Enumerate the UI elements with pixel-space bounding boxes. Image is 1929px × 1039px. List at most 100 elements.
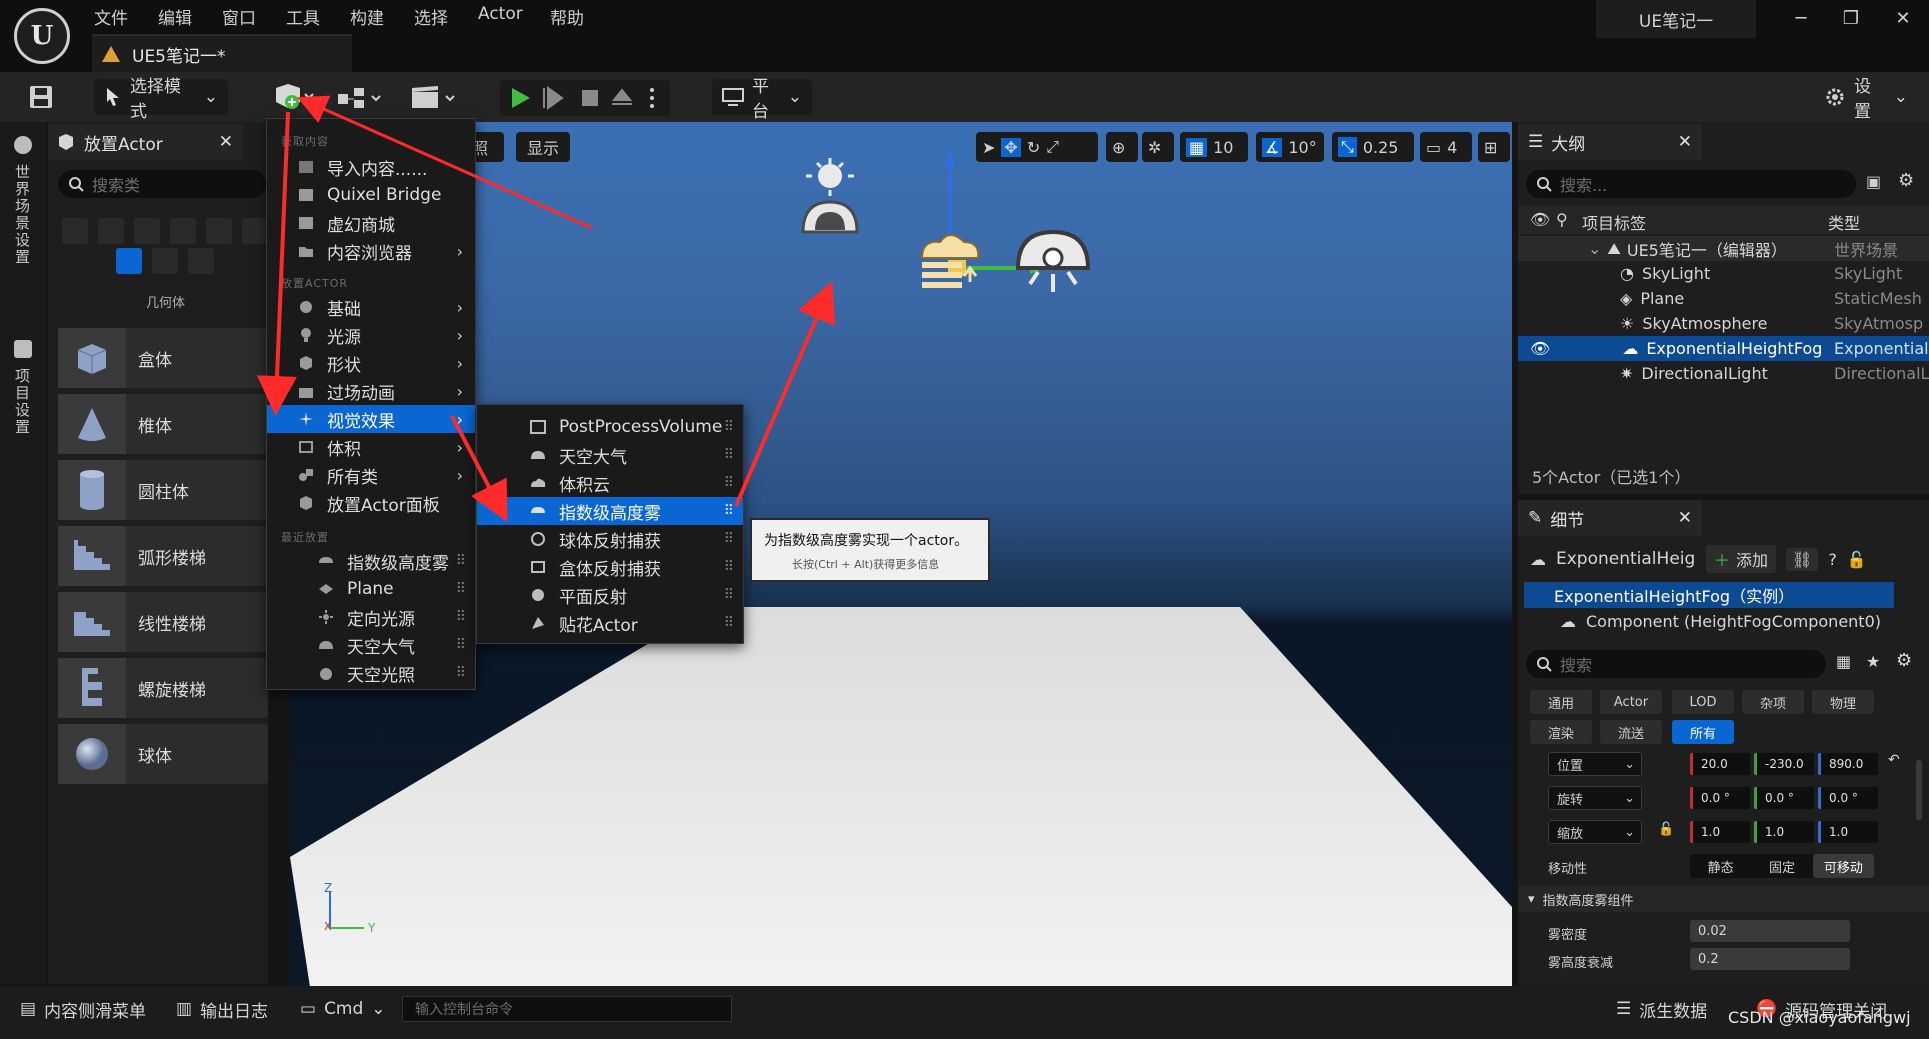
rotation-z[interactable]: 0.0 ° bbox=[1818, 787, 1878, 809]
derived-data-icon: ☰ bbox=[1616, 999, 1632, 1019]
scale-z[interactable]: 1.0 bbox=[1818, 821, 1878, 843]
derived-data-label: 派生数据 bbox=[1639, 1001, 1708, 1022]
outliner-search[interactable]: 搜索... bbox=[1526, 170, 1856, 198]
reset-icon[interactable]: ↶ bbox=[1888, 752, 1900, 768]
tree-row-skylight[interactable]: ◔ SkyLight SkyLight bbox=[1518, 261, 1929, 286]
tree-row-plane[interactable]: ◈ Plane StaticMesh bbox=[1518, 286, 1929, 311]
search-icon bbox=[1536, 656, 1552, 672]
tree-label: SkyAtmosphere bbox=[1642, 314, 1768, 333]
filter-general[interactable]: 通用 bbox=[1530, 690, 1592, 714]
pencil-icon: ✎ bbox=[1528, 508, 1543, 528]
tree-type: StaticMesh bbox=[1834, 289, 1922, 308]
table-view-icon[interactable]: ▦ bbox=[1836, 652, 1851, 671]
chevron-down-icon: ⌄ bbox=[371, 999, 386, 1019]
output-log-button[interactable]: ▥ 输出日志 bbox=[176, 992, 268, 1026]
unlock-icon[interactable]: 🔓 bbox=[1658, 822, 1674, 837]
filter-all[interactable]: 所有 bbox=[1672, 720, 1734, 744]
filter-actor[interactable]: Actor bbox=[1600, 690, 1662, 714]
blueprint-icon[interactable]: ⛓ bbox=[1786, 547, 1819, 571]
outliner-tab-label: 大纲 bbox=[1551, 134, 1586, 155]
location-z[interactable]: 890.0 bbox=[1818, 753, 1878, 775]
close-icon[interactable]: ✕ bbox=[1678, 132, 1692, 152]
content-drawer-icon: ▤ bbox=[20, 999, 37, 1019]
eye-icon[interactable]: 👁 bbox=[1530, 339, 1550, 358]
chevron-down-icon: ⌄ bbox=[1624, 756, 1635, 772]
details-tab[interactable]: ✎ 细节 ✕ bbox=[1518, 500, 1702, 536]
terminal-icon: ▭ bbox=[300, 999, 317, 1019]
outliner-header: 👁 ⚲ 项目标签 类型 bbox=[1518, 206, 1929, 234]
gear-icon[interactable]: ⚙ bbox=[1896, 650, 1912, 671]
filter-physics[interactable]: 物理 bbox=[1812, 690, 1874, 714]
tree-type: SkyLight bbox=[1834, 264, 1903, 283]
location-label: 位置 bbox=[1557, 758, 1584, 774]
details-header: ☁ ExponentialHeigh ＋ 添加 ⛓ ? 🔓 bbox=[1530, 544, 1929, 574]
add-folder-icon[interactable]: ▣ bbox=[1866, 172, 1881, 191]
details-scrollbar[interactable] bbox=[1916, 760, 1922, 820]
tree-row-directional-light[interactable]: ✷ DirectionalLight DirectionalL bbox=[1518, 361, 1929, 386]
scale-x[interactable]: 1.0 bbox=[1690, 821, 1750, 843]
tree-row-world[interactable]: ⌄ ⛰ UE5笔记一（编辑器） 世界场景 bbox=[1518, 236, 1929, 261]
add-label: 添加 bbox=[1736, 551, 1769, 570]
fog-falloff-field[interactable]: 0.2 bbox=[1690, 948, 1850, 970]
details-search[interactable]: 搜索 bbox=[1526, 650, 1826, 678]
outliner-tab[interactable]: ☰ 大纲 ✕ bbox=[1518, 124, 1702, 160]
actor-name[interactable]: ExponentialHeigh bbox=[1556, 549, 1696, 569]
gear-icon[interactable]: ⚙ bbox=[1898, 170, 1914, 191]
section-label: 指数高度雾组件 bbox=[1542, 893, 1634, 909]
fog-icon: ☁ bbox=[1530, 549, 1546, 569]
component-label: Component (HeightFogComponent0) bbox=[1586, 612, 1881, 631]
tree-label: DirectionalLight bbox=[1641, 364, 1768, 383]
rotation-x[interactable]: 0.0 ° bbox=[1690, 787, 1750, 809]
filter-streaming[interactable]: 流送 bbox=[1600, 720, 1662, 744]
tree-label: ExponentialHeightFog bbox=[1646, 339, 1823, 358]
chevron-down-icon: ⌄ bbox=[1624, 790, 1635, 806]
lock-icon[interactable]: 🔓 bbox=[1847, 550, 1867, 569]
console-input[interactable]: 输入控制台命令 bbox=[402, 996, 732, 1022]
fog-component-section[interactable]: ▾ 指数高度雾组件 bbox=[1518, 886, 1929, 912]
mobility-stationary[interactable]: 固定 bbox=[1751, 854, 1812, 878]
add-component-button[interactable]: ＋ 添加 bbox=[1706, 545, 1777, 573]
actor-count: 5个Actor（已选1个） bbox=[1532, 468, 1691, 487]
help-icon[interactable]: ? bbox=[1828, 550, 1837, 569]
cmd-dropdown[interactable]: ▭ Cmd ⌄ bbox=[300, 992, 386, 1026]
scale-dropdown[interactable]: 缩放 ⌄ bbox=[1548, 820, 1642, 844]
content-drawer-label: 内容侧滑菜单 bbox=[44, 1001, 147, 1022]
filter-lod[interactable]: LOD bbox=[1672, 690, 1734, 714]
tree-label: SkyLight bbox=[1641, 264, 1711, 283]
instance-row[interactable]: ExponentialHeightFog（实例） bbox=[1524, 582, 1894, 608]
mobility-static[interactable]: 静态 bbox=[1690, 854, 1751, 878]
outliner-panel: ☰ 大纲 ✕ 搜索... ▣ ⚙ 👁 ⚲ 项目标签 类型 ⌄ ⛰ UE5笔记一（… bbox=[1518, 122, 1929, 494]
location-dropdown[interactable]: 位置 ⌄ bbox=[1548, 752, 1642, 776]
rotation-y[interactable]: 0.0 ° bbox=[1754, 787, 1814, 809]
location-x[interactable]: 20.0 bbox=[1690, 753, 1750, 775]
tree-label: Plane bbox=[1640, 289, 1685, 308]
search-icon bbox=[1536, 176, 1552, 192]
filter-rendering[interactable]: 渲染 bbox=[1530, 720, 1592, 744]
close-icon[interactable]: ✕ bbox=[1678, 508, 1692, 528]
tree-type: Exponential bbox=[1834, 339, 1929, 358]
star-icon[interactable]: ★ bbox=[1866, 652, 1880, 671]
component-icon: ☁ bbox=[1560, 612, 1576, 631]
column-type[interactable]: 类型 bbox=[1828, 210, 1860, 234]
derived-data-button[interactable]: ☰ 派生数据 bbox=[1616, 992, 1707, 1026]
chevron-down-icon: ▾ bbox=[1528, 891, 1535, 907]
sun-icon: ✷ bbox=[1620, 364, 1634, 383]
rotation-dropdown[interactable]: 旋转 ⌄ bbox=[1548, 786, 1642, 810]
column-label[interactable]: 项目标签 bbox=[1582, 210, 1646, 234]
mobility-movable[interactable]: 可移动 bbox=[1812, 854, 1874, 878]
instance-label: ExponentialHeightFog（实例） bbox=[1554, 587, 1795, 606]
component-row[interactable]: ☁ Component (HeightFogComponent0) bbox=[1560, 612, 1881, 631]
scale-y[interactable]: 1.0 bbox=[1754, 821, 1814, 843]
details-panel: ✎ 细节 ✕ ☁ ExponentialHeigh ＋ 添加 ⛓ ? 🔓 Expo… bbox=[1518, 500, 1929, 986]
fog-density-label: 雾密度 bbox=[1548, 928, 1588, 943]
tree-row-fog[interactable]: 👁 ☁ ExponentialHeightFog Exponential bbox=[1518, 336, 1929, 361]
fog-density-field[interactable]: 0.02 bbox=[1690, 920, 1850, 942]
output-log-label: 输出日志 bbox=[200, 1001, 269, 1022]
tree-row-sky-atmosphere[interactable]: ☀ SkyAtmosphere SkyAtmosp bbox=[1518, 311, 1929, 336]
filter-misc[interactable]: 杂项 bbox=[1742, 690, 1804, 714]
location-y[interactable]: -230.0 bbox=[1754, 753, 1814, 775]
plus-icon: ＋ bbox=[1714, 551, 1731, 570]
content-drawer-button[interactable]: ▤ 内容侧滑菜单 bbox=[20, 992, 146, 1026]
sky-atmosphere-icon: ☀ bbox=[1620, 314, 1635, 333]
pin-icon: ⚲ bbox=[1556, 210, 1568, 229]
